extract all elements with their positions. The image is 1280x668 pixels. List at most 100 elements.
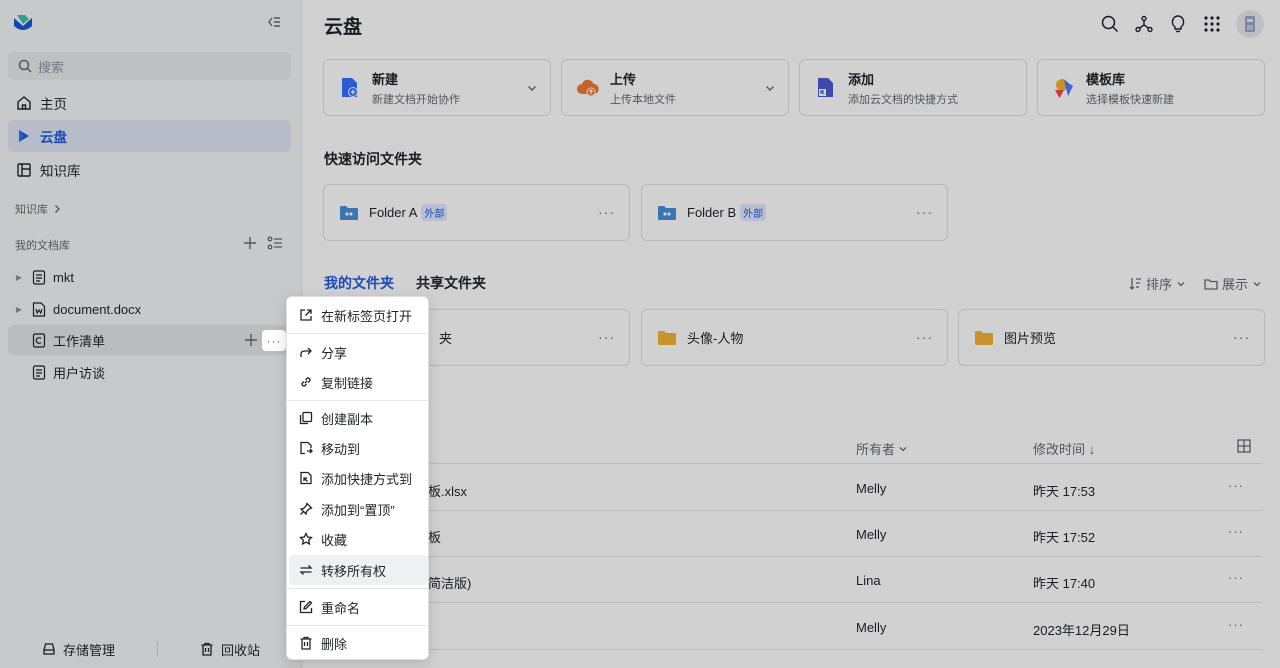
more-icon[interactable]: ··· [1228,570,1244,585]
my-folder-3[interactable]: 图片预览 ··· [958,309,1265,366]
menu-add-shortcut[interactable]: 添加快捷方式到 [289,463,428,493]
file-name: 板.xlsx [428,484,468,499]
expand-caret-icon[interactable]: ▶ [12,305,26,314]
trash-icon [201,642,213,656]
more-icon[interactable]: ··· [1233,329,1250,345]
table-row[interactable]: 简洁版) Lina 昨天 17:40 ··· [324,557,1262,603]
add-shortcut-title: 添加 [848,71,875,87]
storage-label: 存储管理 [63,642,116,658]
tree-item-interviews[interactable]: 用户访谈 [8,357,291,387]
tree-item-mkt[interactable]: ▶ mkt [8,262,291,292]
menu-label: 转移所有权 [321,563,387,579]
new-doc-icon [342,77,358,97]
app-logo-icon[interactable] [12,12,34,34]
file-list-header: 所有者 修改时间 ↓ [324,430,1262,464]
cloud-drive-icon [19,130,29,142]
tree-item-worklist[interactable]: 工作清单 [8,325,291,355]
search-icon[interactable] [1100,14,1120,34]
menu-transfer-ownership[interactable]: 转移所有权 [289,555,428,585]
view-label: 展示 [1221,277,1248,292]
table-row[interactable]: 板.xlsx Melly 昨天 17:53 ··· [324,465,1262,511]
more-icon[interactable]: ··· [916,329,933,345]
more-icon[interactable]: ··· [916,204,933,220]
doc-icon [32,269,46,285]
view-button[interactable]: 展示 [1204,274,1262,293]
sort-button[interactable]: 排序 [1129,274,1186,293]
menu-delete[interactable]: 删除 [289,628,428,658]
template-title: 模板库 [1086,71,1126,87]
menu-share[interactable]: 分享 [289,337,428,367]
add-doc-icon[interactable] [243,236,257,250]
copy-icon [299,411,313,425]
folder-icon [975,330,993,345]
folder-icon [658,330,676,345]
file-owner: Melly [856,481,887,496]
menu-open-new-tab[interactable]: 在新标签页打开 [289,300,428,330]
template-icon [1055,78,1073,98]
share-icon [300,347,312,357]
home-icon [17,96,31,110]
table-row[interactable]: Melly 2023年12月29日 ··· [324,604,1262,650]
apps-grid-icon[interactable] [1202,14,1222,34]
nav-home[interactable]: 主页 [8,87,291,119]
menu-favorite[interactable]: 收藏 [289,524,428,554]
menu-divider [287,588,428,589]
more-icon[interactable]: ··· [1228,524,1244,539]
list-options-icon[interactable] [267,236,283,250]
more-icon[interactable]: ··· [1228,617,1244,632]
more-options-icon[interactable]: ··· [262,330,286,351]
nav-cloud-drive-label: 云盘 [40,130,67,145]
expand-caret-icon[interactable]: ▶ [12,273,26,282]
menu-rename[interactable]: 重命名 [289,592,428,622]
nav-wiki-label: 知识库 [40,164,81,179]
table-row[interactable]: 板 Melly 昨天 17:52 ··· [324,511,1262,557]
avatar[interactable] [1236,10,1264,38]
wiki-section-header[interactable]: 知识库 [15,201,63,217]
new-doc-card[interactable]: 新建 新建文档开始协作 [323,59,551,116]
trash-button[interactable]: 回收站 [200,640,260,659]
shortcut-icon [300,471,312,485]
menu-copy-link[interactable]: 复制链接 [289,367,428,397]
external-tag: 外部 [421,204,448,221]
menu-label: 分享 [321,345,348,361]
more-icon[interactable]: ··· [598,329,615,345]
trash-label: 回收站 [221,642,261,658]
storage-button[interactable]: 存储管理 [42,640,115,659]
link-icon [301,377,311,387]
more-icon[interactable]: ··· [598,204,615,220]
word-file-icon [32,301,46,317]
chevron-down-icon[interactable] [526,82,538,94]
my-folder-2[interactable]: 头像-人物 ··· [641,309,948,366]
file-owner: Lina [856,573,881,588]
search-icon [18,59,32,73]
folder-name: 夹 [439,331,453,346]
add-shortcut-card[interactable]: 添加 添加云文档的快捷方式 [799,59,1027,116]
file-time: 2023年12月29日 [1033,623,1130,638]
page-title: 云盘 [324,17,363,38]
quick-folder-a[interactable]: Folder A 外部 ··· [323,184,630,241]
file-owner: Melly [856,620,887,635]
template-card[interactable]: 模板库 选择模板快速新建 [1037,59,1265,116]
network-icon[interactable] [1134,14,1154,34]
collapse-sidebar-icon[interactable] [266,14,284,32]
footer-divider [157,641,159,657]
search-input[interactable]: 搜索 [8,52,291,80]
tree-item-document[interactable]: ▶ document.docx [8,294,291,324]
quick-folder-b[interactable]: Folder B 外部 ··· [641,184,948,241]
nav-wiki[interactable]: 知识库 [8,154,291,186]
more-icon[interactable]: ··· [1228,478,1244,493]
quick-access-title: 快速访问文件夹 [324,151,422,167]
modified-column-header[interactable]: 修改时间 ↓ [1033,439,1095,458]
nav-home-label: 主页 [40,97,67,112]
menu-move-to[interactable]: 移动到 [289,433,428,463]
menu-pin[interactable]: 添加到“置顶” [289,494,428,524]
upload-card[interactable]: 上传 上传本地文件 [561,59,789,116]
add-child-icon[interactable] [244,333,258,347]
menu-duplicate[interactable]: 创建副本 [289,403,428,433]
grid-view-icon[interactable] [1237,439,1251,453]
chevron-down-icon[interactable] [764,82,776,94]
nav-cloud-drive[interactable]: 云盘 [8,120,291,152]
move-to-icon [300,441,313,455]
lightbulb-icon[interactable] [1168,14,1188,34]
owner-column-header[interactable]: 所有者 [856,439,908,458]
